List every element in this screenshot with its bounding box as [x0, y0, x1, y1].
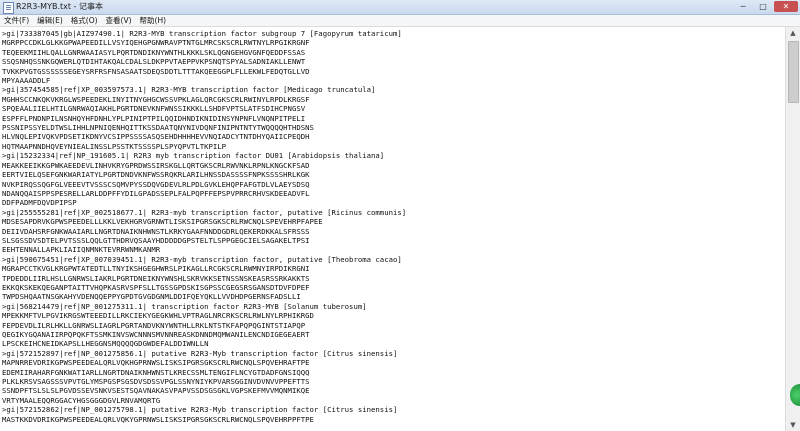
- notepad-icon: [3, 2, 14, 14]
- scroll-up-arrow-icon[interactable]: ▲: [786, 27, 800, 39]
- minimize-button[interactable]: ─: [734, 1, 752, 12]
- menu-bar: 文件(F) 编辑(E) 格式(O) 查看(V) 帮助(H): [0, 15, 800, 27]
- menu-file[interactable]: 文件(F): [0, 15, 33, 26]
- window-controls: ─ □ ✕: [734, 1, 798, 13]
- maximize-button[interactable]: □: [754, 1, 772, 12]
- menu-edit[interactable]: 编辑(E): [33, 15, 67, 26]
- menu-view[interactable]: 查看(V): [102, 15, 136, 26]
- vertical-scrollbar[interactable]: ▲ ▼: [785, 27, 800, 431]
- menu-format[interactable]: 格式(O): [67, 15, 102, 26]
- document-text[interactable]: >gi|733387045|gb|AIZ97490.1| R2R3-MYB tr…: [0, 27, 786, 424]
- text-editor[interactable]: >gi|733387045|gb|AIZ97490.1| R2R3-MYB tr…: [0, 27, 786, 431]
- title-bar: R2R3-MYB.txt - 记事本 ─ □ ✕: [0, 0, 800, 15]
- close-button[interactable]: ✕: [774, 1, 798, 12]
- scroll-down-arrow-icon[interactable]: ▼: [786, 419, 800, 431]
- window-title: R2R3-MYB.txt - 记事本: [16, 2, 103, 11]
- scrollbar-thumb[interactable]: [788, 41, 799, 103]
- menu-help[interactable]: 帮助(H): [136, 15, 171, 26]
